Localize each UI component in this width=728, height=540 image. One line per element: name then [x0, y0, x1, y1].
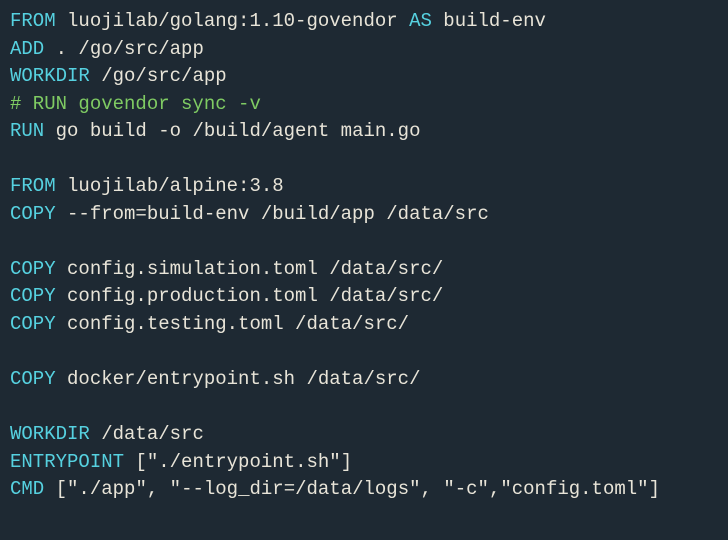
punct-token: [	[124, 451, 147, 473]
keyword-token: RUN	[10, 120, 44, 142]
path-token: go build -o /build/agent main.go	[44, 120, 420, 142]
comment-text: # RUN govendor sync -v	[10, 93, 261, 115]
keyword-token: ENTRYPOINT	[10, 451, 124, 473]
path-token: config.simulation.toml /data/src/	[56, 258, 444, 280]
keyword-token: WORKDIR	[10, 423, 90, 445]
string-token: "./entrypoint.sh"	[147, 451, 341, 473]
code-line: COPY --from=build-env /build/app /data/s…	[10, 201, 718, 229]
string-token: "./app"	[67, 478, 147, 500]
code-line: WORKDIR /data/src	[10, 421, 718, 449]
code-line: # RUN govendor sync -v	[10, 91, 718, 119]
code-line: COPY docker/entrypoint.sh /data/src/	[10, 366, 718, 394]
blank-line	[10, 339, 718, 367]
path-token: build-env	[432, 10, 546, 32]
punct-token: ,	[489, 478, 500, 500]
path-token: --from=build-env /build/app /data/src	[56, 203, 489, 225]
punct-token: ,	[421, 478, 444, 500]
keyword-token: FROM	[10, 175, 56, 197]
string-token: "config.toml"	[500, 478, 648, 500]
path-token: /go/src/app	[90, 65, 227, 87]
path-token: luojilab/golang:1.10-govendor	[56, 10, 409, 32]
keyword-token: COPY	[10, 203, 56, 225]
path-token: luojilab/alpine:3.8	[56, 175, 284, 197]
string-token: "--log_dir=/data/logs"	[170, 478, 421, 500]
code-line: COPY config.simulation.toml /data/src/	[10, 256, 718, 284]
code-line: ADD . /go/src/app	[10, 36, 718, 64]
keyword-token: COPY	[10, 285, 56, 307]
keyword-token: COPY	[10, 368, 56, 390]
code-line: FROM luojilab/golang:1.10-govendor AS bu…	[10, 8, 718, 36]
code-line: COPY config.production.toml /data/src/	[10, 283, 718, 311]
keyword-token: WORKDIR	[10, 65, 90, 87]
path-token: . /go/src/app	[44, 38, 204, 60]
keyword-token: COPY	[10, 258, 56, 280]
blank-line	[10, 146, 718, 174]
code-line: WORKDIR /go/src/app	[10, 63, 718, 91]
code-line: ENTRYPOINT ["./entrypoint.sh"]	[10, 449, 718, 477]
punct-token: ]	[341, 451, 352, 473]
punct-token: ]	[649, 478, 660, 500]
keyword-token: FROM	[10, 10, 56, 32]
path-token: config.production.toml /data/src/	[56, 285, 444, 307]
code-line: CMD ["./app", "--log_dir=/data/logs", "-…	[10, 476, 718, 504]
punct-token: [	[44, 478, 67, 500]
punct-token: ,	[147, 478, 170, 500]
keyword-token: COPY	[10, 313, 56, 335]
code-line: COPY config.testing.toml /data/src/	[10, 311, 718, 339]
path-token: docker/entrypoint.sh /data/src/	[56, 368, 421, 390]
string-token: "-c"	[443, 478, 489, 500]
path-token: /data/src	[90, 423, 204, 445]
code-line: RUN go build -o /build/agent main.go	[10, 118, 718, 146]
path-token: config.testing.toml /data/src/	[56, 313, 409, 335]
blank-line	[10, 228, 718, 256]
keyword-token: AS	[409, 10, 432, 32]
code-line: FROM luojilab/alpine:3.8	[10, 173, 718, 201]
blank-line	[10, 394, 718, 422]
dockerfile-code-block: FROM luojilab/golang:1.10-govendor AS bu…	[10, 8, 718, 504]
keyword-token: CMD	[10, 478, 44, 500]
keyword-token: ADD	[10, 38, 44, 60]
